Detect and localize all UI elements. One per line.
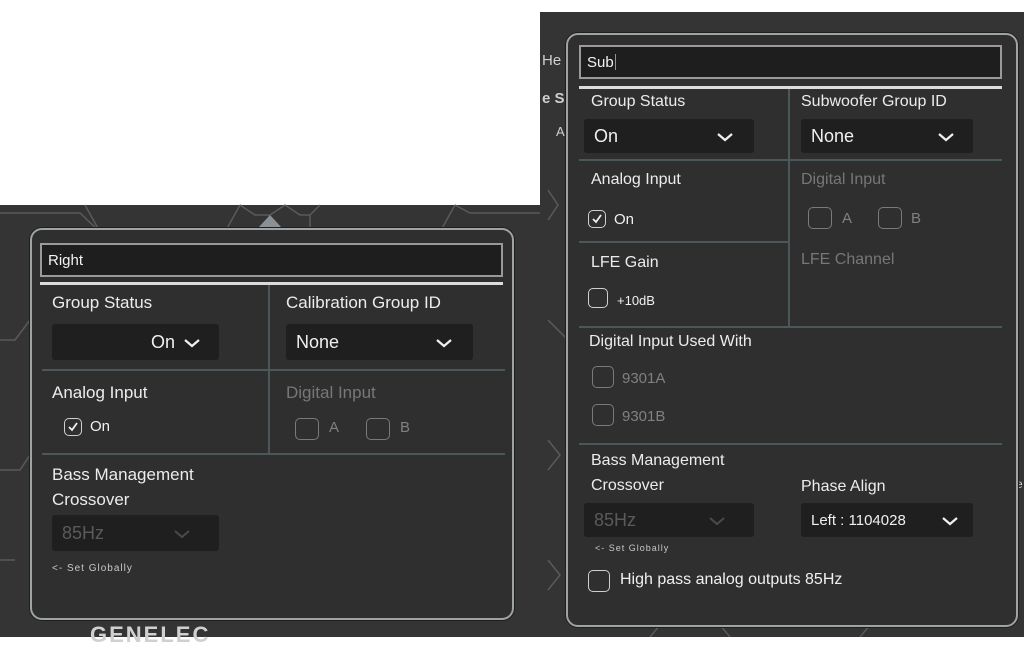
left-calibration-group-dropdown[interactable]: None [286, 324, 473, 360]
right-name-underline [579, 86, 1002, 89]
left-name-underline [40, 282, 503, 285]
right-group-status-value: On [594, 125, 619, 146]
left-calibration-group-label: Calibration Group ID [286, 293, 441, 312]
left-analog-on-label: On [90, 418, 111, 435]
chevron-down-icon [184, 339, 200, 348]
left-digital-input-label: Digital Input [286, 383, 376, 402]
right-bass-management-label: Bass Management [591, 452, 725, 469]
text-caret [614, 54, 616, 70]
right-vsep-1 [788, 89, 790, 327]
right-digital-b-checkbox[interactable] [878, 207, 902, 229]
left-calibration-group-value: None [296, 331, 340, 352]
bg-fragment-2: e S [542, 90, 565, 107]
left-bass-management-label: Bass Management [52, 465, 194, 484]
right-high-pass-label: High pass analog outputs 85Hz [620, 571, 843, 588]
left-group-status-label: Group Status [52, 293, 153, 312]
checkmark-icon [592, 214, 602, 224]
left-analog-input-label: Analog Input [52, 383, 148, 402]
chevron-down-icon [174, 530, 190, 539]
right-lfe-channel-label: LFE Channel [801, 251, 895, 268]
right-name-field[interactable]: Sub [579, 45, 1002, 79]
left-group-status-value: On [150, 331, 175, 352]
right-set-globally-link[interactable]: <- Set Globally [595, 543, 669, 553]
left-crossover-label: Crossover [52, 490, 130, 509]
right-lfe-gain-label: LFE Gain [591, 254, 659, 271]
right-digital-input-label: Digital Input [801, 171, 886, 188]
chevron-down-icon [717, 133, 733, 142]
right-crossover-label: Crossover [591, 477, 664, 494]
right-lfe-gain-checkbox[interactable] [588, 288, 608, 308]
chevron-down-icon [436, 339, 452, 348]
left-hsep-1 [42, 369, 505, 371]
chevron-down-icon [938, 133, 954, 142]
left-digital-a-checkbox[interactable] [295, 418, 319, 440]
right-group-status-label: Group Status [591, 93, 686, 110]
checkmark-icon [68, 422, 78, 432]
right-high-pass-checkbox[interactable] [588, 570, 610, 592]
right-crossover-dropdown[interactable]: 85Hz [584, 503, 754, 537]
left-set-globally-link[interactable]: <- Set Globally [52, 563, 133, 574]
right-analog-on-label: On [614, 211, 635, 228]
right-hsep-4 [579, 443, 1002, 445]
right-subwoofer-group-value: None [811, 125, 855, 146]
right-phase-align-dropdown[interactable]: Left : 1104028 [801, 503, 973, 537]
right-subwoofer-group-dropdown[interactable]: None [801, 119, 973, 153]
right-hsep-1 [579, 159, 1002, 161]
right-digital-b-label: B [911, 210, 922, 227]
right-analog-input-label: Analog Input [591, 171, 681, 188]
left-analog-on-checkbox[interactable] [64, 418, 82, 436]
bg-fragment-1: He [542, 52, 562, 69]
right-digital-a-checkbox[interactable] [808, 207, 832, 229]
left-crossover-dropdown[interactable]: 85Hz [52, 515, 219, 551]
left-hsep-2 [42, 453, 505, 455]
right-phase-align-value: Left : 1104028 [811, 511, 906, 529]
left-digital-b-checkbox[interactable] [366, 418, 390, 440]
right-used-with-9301b-checkbox[interactable] [592, 404, 614, 426]
right-digital-a-label: A [842, 210, 853, 227]
left-group-status-dropdown[interactable]: On [52, 324, 219, 360]
right-phase-align-label: Phase Align [801, 478, 886, 495]
left-name-value: Right [48, 251, 84, 269]
left-digital-a-label: A [329, 419, 340, 436]
right-hsep-3 [579, 326, 1002, 328]
right-name-value: Sub [587, 53, 614, 71]
right-hsep-2 [579, 241, 788, 243]
chevron-down-icon [709, 517, 725, 526]
right-analog-on-checkbox[interactable] [588, 210, 606, 228]
right-used-with-9301b-label: 9301B [622, 408, 666, 425]
left-crossover-value: 85Hz [62, 522, 105, 543]
right-lfe-gain-option-label: +10dB [617, 293, 655, 308]
left-name-field[interactable]: Right [40, 243, 503, 277]
right-digital-used-with-label: Digital Input Used With [589, 333, 752, 350]
right-group-status-dropdown[interactable]: On [584, 119, 754, 153]
right-crossover-value: 85Hz [594, 509, 637, 530]
left-digital-b-label: B [400, 419, 411, 436]
chevron-down-icon [942, 517, 958, 526]
right-subwoofer-group-label: Subwoofer Group ID [801, 93, 947, 110]
right-used-with-9301a-label: 9301A [622, 370, 666, 387]
right-used-with-9301a-checkbox[interactable] [592, 366, 614, 388]
left-footer-logo: GENELEC [90, 622, 211, 647]
